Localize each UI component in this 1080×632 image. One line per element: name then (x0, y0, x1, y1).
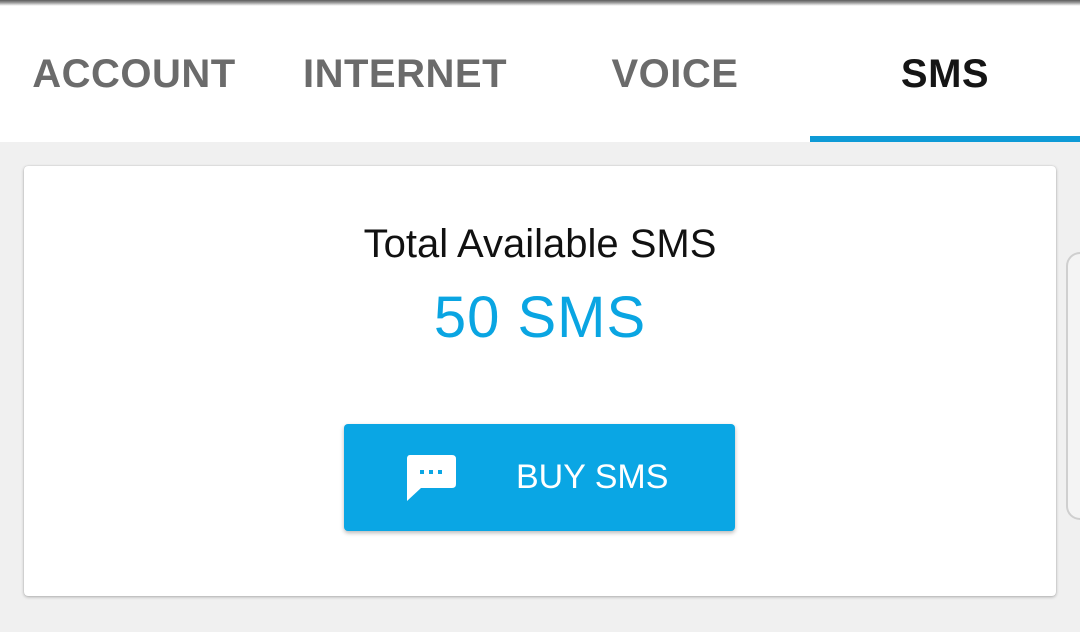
buy-sms-label: BUY SMS (516, 458, 669, 496)
sms-balance-value: 50 SMS (433, 285, 647, 350)
tab-internet[interactable]: INTERNET (270, 6, 540, 142)
active-tab-indicator (810, 136, 1080, 142)
tab-sms[interactable]: SMS (810, 6, 1080, 142)
chat-bubble-icon (406, 455, 456, 503)
card-title: Total Available SMS (363, 222, 717, 266)
tab-bar: ACCOUNT INTERNET VOICE SMS (0, 6, 1080, 142)
tab-account[interactable]: ACCOUNT (0, 6, 268, 142)
sms-balance-card: Total Available SMS 50 SMS BUY SMS (24, 166, 1056, 596)
tab-voice[interactable]: VOICE (540, 6, 810, 142)
buy-sms-button[interactable]: BUY SMS (344, 424, 735, 531)
edge-panel-handle[interactable] (1066, 252, 1080, 520)
